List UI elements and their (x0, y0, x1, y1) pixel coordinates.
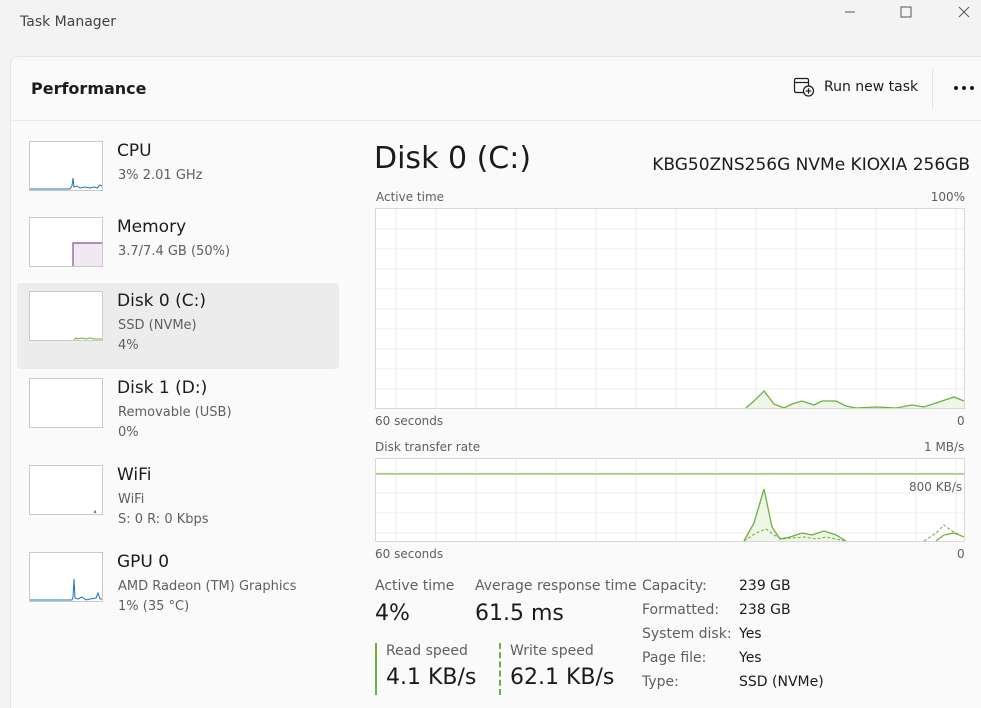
sidebar-item-disk-0[interactable]: Disk 0 (C:) SSD (NVMe) 4% (17, 283, 339, 369)
sidebar-item-detail: WiFi S: 0 R: 0 Kbps (118, 492, 209, 527)
panel-header: Performance Run new task (11, 57, 981, 121)
sidebar-item-cpu[interactable]: CPU 3% 2.01 GHz (17, 133, 339, 219)
sidebar-item-detail: SSD (NVMe) 4% (118, 318, 197, 353)
minimize-button[interactable] (824, 0, 876, 24)
type-value: SSD (NVMe) (739, 674, 824, 690)
title-bar: Task Manager (0, 0, 981, 56)
sidebar-item-name: WiFi (117, 465, 152, 485)
type-label: Type: (642, 674, 679, 690)
system-disk-label: System disk: (642, 626, 732, 642)
disk-model: KBG50ZNS256G NVMe KIOXIA 256GB (652, 155, 970, 175)
sidebar-item-detail: 3.7/7.4 GB (50%) (118, 244, 231, 259)
minimize-icon (845, 11, 855, 13)
more-icon (954, 86, 974, 90)
run-task-icon (793, 77, 815, 97)
active-time-stat-label: Active time (375, 578, 455, 594)
page-file-value: Yes (739, 650, 762, 666)
sidebar-item-name: Disk 1 (D:) (117, 378, 208, 398)
close-button[interactable] (938, 0, 981, 24)
page-title: Performance (31, 79, 147, 98)
sidebar-item-detail: 3% 2.01 GHz (118, 168, 203, 183)
content-panel: Performance Run new task CPU 3% 2.01 GHz… (10, 56, 981, 708)
write-speed-indicator (499, 643, 501, 695)
sidebar-item-name: Disk 0 (C:) (117, 291, 207, 311)
write-speed-label: Write speed (510, 643, 594, 659)
system-disk-value: Yes (739, 626, 762, 642)
header-divider (932, 69, 933, 109)
avg-response-stat-value: 61.5 ms (475, 601, 564, 626)
active-time-stat-value: 4% (375, 601, 410, 626)
avg-response-stat-label: Average response time (475, 578, 637, 594)
read-speed-indicator (375, 643, 377, 695)
transfer-rate-chart-timespan: 60 seconds (375, 547, 444, 561)
active-time-chart-min: 0 (957, 414, 965, 428)
active-time-chart (375, 208, 965, 409)
transfer-rate-chart-max: 1 MB/s (924, 440, 965, 454)
memory-thumbnail-graph (29, 217, 103, 267)
write-speed-value: 62.1 KB/s (510, 665, 615, 690)
active-time-chart-timespan-label: 60 seconds (375, 414, 444, 428)
disk1-thumbnail-graph (29, 378, 103, 428)
more-options-button[interactable] (949, 75, 979, 101)
active-time-chart-max: 100% (930, 190, 965, 204)
disk0-thumbnail-graph (29, 291, 103, 341)
cpu-thumbnail-graph (29, 141, 103, 191)
disk-properties: Capacity: 239 GB Formatted: 238 GB Syste… (642, 578, 962, 708)
read-speed-value: 4.1 KB/s (386, 665, 477, 690)
read-speed-label: Read speed (386, 643, 468, 659)
maximize-icon (900, 6, 912, 18)
page-file-label: Page file: (642, 650, 707, 666)
sidebar-item-detail: Removable (USB) 0% (118, 405, 232, 440)
transfer-rate-chart-min: 0 (957, 547, 965, 561)
transfer-rate-chart-label: Disk transfer rate (375, 440, 481, 454)
formatted-value: 238 GB (739, 602, 791, 618)
sidebar-item-wifi[interactable]: WiFi WiFi S: 0 R: 0 Kbps (17, 457, 339, 543)
close-icon (958, 6, 970, 18)
wifi-thumbnail-graph (29, 465, 103, 515)
maximize-button[interactable] (880, 0, 932, 24)
transfer-rate-chart (375, 458, 965, 542)
sidebar-item-name: GPU 0 (117, 552, 170, 572)
run-new-task-button[interactable]: Run new task (793, 77, 918, 97)
capacity-value: 239 GB (739, 578, 791, 594)
formatted-label: Formatted: (642, 602, 720, 618)
app-title: Task Manager (20, 14, 117, 30)
run-new-task-label: Run new task (824, 79, 919, 95)
transfer-rate-chart-mid: 800 KB/s (909, 480, 963, 494)
sidebar-item-gpu-0[interactable]: GPU 0 AMD Radeon (TM) Graphics 1% (35 °C) (17, 544, 339, 630)
sidebar-item-name: CPU (117, 141, 152, 161)
sidebar-item-disk-1[interactable]: Disk 1 (D:) Removable (USB) 0% (17, 370, 339, 456)
sidebar-item-detail: AMD Radeon (TM) Graphics 1% (35 °C) (118, 579, 297, 614)
capacity-label: Capacity: (642, 578, 707, 594)
sidebar-item-name: Memory (117, 217, 187, 237)
disk-title: Disk 0 (C:) (374, 141, 532, 176)
active-time-chart-label: Active time (376, 190, 445, 204)
gpu-thumbnail-graph (29, 552, 103, 602)
